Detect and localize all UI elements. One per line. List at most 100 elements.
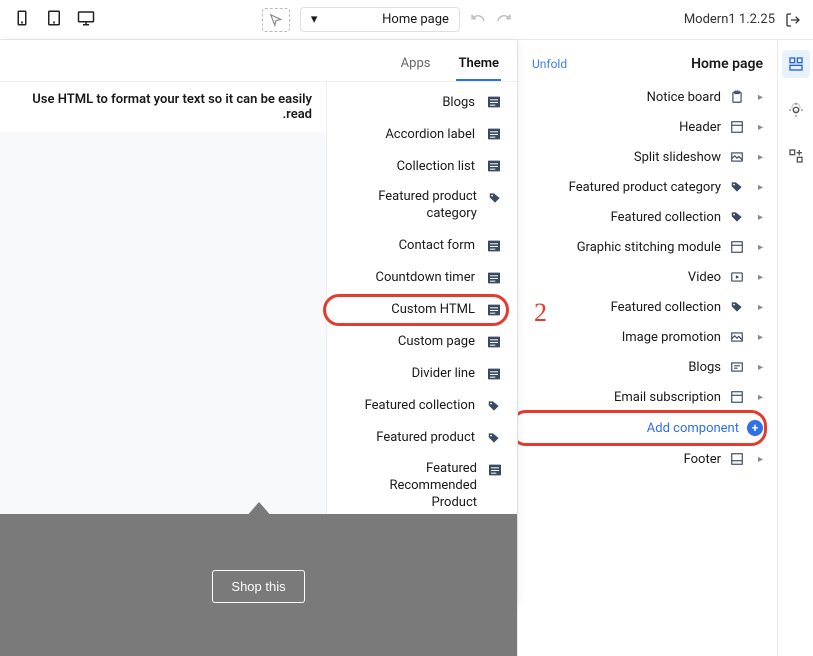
section-label: Blogs <box>688 360 721 375</box>
redo-icon[interactable] <box>496 10 512 30</box>
image-icon <box>729 149 745 165</box>
section-featured-product-category[interactable]: ▸ Featured product category <box>518 172 777 202</box>
component-label: Featured product <box>376 430 475 445</box>
section-label: Graphic stitching module <box>577 240 721 255</box>
chevron-right-icon: ▸ <box>753 332 763 343</box>
component-detail-pane: Use HTML to format your text so it can b… <box>0 82 327 554</box>
chevron-right-icon: ▸ <box>753 392 763 403</box>
component-contact-form[interactable]: Contact form <box>327 230 517 262</box>
section-label: Notice board <box>647 90 721 105</box>
component-blogs[interactable]: Blogs <box>327 86 517 118</box>
component-countdown-timer[interactable]: Countdown timer <box>327 262 517 294</box>
component-featured-recommended-product[interactable]: Featured Recommended Product <box>327 454 517 519</box>
chevron-right-icon: ▸ <box>753 454 763 465</box>
preview-mock: Shop this <box>0 514 517 656</box>
chevron-right-icon: ▸ <box>753 122 763 133</box>
rail-sections-icon[interactable] <box>782 50 810 78</box>
theme-name: Modern1 1.2.25 <box>684 12 775 27</box>
arrow-shape <box>245 502 273 518</box>
section-label: Featured collection <box>611 300 721 315</box>
preview-area: Apps Theme BlogsAccordion labelCollectio… <box>0 40 517 656</box>
component-custom-html[interactable]: Custom HTML2 <box>327 294 517 326</box>
section-video[interactable]: ▸ Video <box>518 262 777 292</box>
section-label: Header <box>679 120 721 135</box>
chevron-right-icon: ▸ <box>753 182 763 193</box>
rail-apps-icon[interactable] <box>782 142 810 170</box>
tag-icon <box>485 397 503 415</box>
layout-icon <box>729 389 745 405</box>
component-label: Countdown timer <box>375 270 475 285</box>
exit-icon[interactable] <box>785 12 801 28</box>
component-featured-product-category[interactable]: Featured product category <box>327 182 517 230</box>
tab-apps[interactable]: Apps <box>399 48 433 81</box>
chevron-right-icon: ▸ <box>753 362 763 373</box>
undo-icon[interactable] <box>470 10 486 30</box>
component-featured-product[interactable]: Featured product <box>327 422 517 454</box>
add-component-button[interactable]: + Add component 1 <box>518 412 777 444</box>
section-graphic-stitching-module[interactable]: ▸ Graphic stitching module <box>518 232 777 262</box>
component-featured-collection[interactable]: Featured collection <box>327 390 517 422</box>
section-split-slideshow[interactable]: ▸ Split slideshow <box>518 142 777 172</box>
section-email-subscription[interactable]: ▸ Email subscription <box>518 382 777 412</box>
chevron-right-icon: ▸ <box>753 212 763 223</box>
section-label: Featured collection <box>611 210 721 225</box>
section-label: Video <box>688 270 721 285</box>
chevron-right-icon: ▸ <box>753 242 763 253</box>
element-picker[interactable] <box>262 8 290 32</box>
text-block-icon <box>485 301 503 319</box>
chevron-right-icon: ▸ <box>753 152 763 163</box>
component-label: Featured Recommended Product <box>341 461 477 512</box>
layout-icon <box>729 451 745 467</box>
component-custom-page[interactable]: Custom page <box>327 326 517 358</box>
component-divider-line[interactable]: Divider line <box>327 358 517 390</box>
device-toggle <box>12 9 96 31</box>
chevron-right-icon: ▸ <box>753 272 763 283</box>
component-label: Featured product category <box>341 189 477 223</box>
right-rail <box>777 40 813 656</box>
section-label: Featured product category <box>569 180 721 195</box>
tag-icon <box>729 179 745 195</box>
undo-redo <box>470 10 512 30</box>
tag-icon <box>729 209 745 225</box>
text-block-icon <box>485 333 503 351</box>
component-description: Use HTML to format your text so it can b… <box>0 82 326 132</box>
tag-icon <box>729 299 745 315</box>
section-footer[interactable]: ▸ Footer <box>518 444 777 474</box>
text-icon <box>729 359 745 375</box>
tablet-icon[interactable] <box>44 9 64 31</box>
section-image-promotion[interactable]: ▸ Image promotion <box>518 322 777 352</box>
sections-sidebar: Home page Unfold ▸Notice board▸Header▸Sp… <box>517 40 777 656</box>
text-block-icon <box>485 269 503 287</box>
section-label: Image promotion <box>622 330 721 345</box>
layout-icon <box>729 119 745 135</box>
rail-theme-settings-icon[interactable] <box>782 96 810 124</box>
section-featured-collection[interactable]: ▸ Featured collection <box>518 202 777 232</box>
component-collection-list[interactable]: Collection list <box>327 150 517 182</box>
tab-theme[interactable]: Theme <box>456 48 501 81</box>
section-blogs[interactable]: ▸ Blogs <box>518 352 777 382</box>
text-block-icon <box>485 93 503 111</box>
chevron-down-icon: ▾ <box>311 12 318 27</box>
mobile-icon[interactable] <box>12 9 32 31</box>
section-featured-collection[interactable]: ▸Featured collection <box>518 292 777 322</box>
annotation-number-2: 2 <box>534 298 547 328</box>
text-block-icon <box>485 365 503 383</box>
section-notice-board[interactable]: ▸Notice board <box>518 82 777 112</box>
text-block-icon <box>485 157 503 175</box>
tag-icon <box>487 189 503 207</box>
tag-icon <box>485 429 503 447</box>
unfold-link[interactable]: Unfold <box>532 57 567 71</box>
component-label: Custom HTML <box>391 302 475 317</box>
desktop-icon[interactable] <box>76 9 96 31</box>
section-label: Email subscription <box>614 390 721 405</box>
play-icon <box>729 269 745 285</box>
layout-icon <box>729 239 745 255</box>
component-accordion-label[interactable]: Accordion label <box>327 118 517 150</box>
section-header[interactable]: ▸ Header <box>518 112 777 142</box>
shop-button[interactable]: Shop this <box>212 570 304 603</box>
section-label: Split slideshow <box>634 150 721 165</box>
page-selector[interactable]: Home page ▾ <box>300 7 460 32</box>
component-label: Contact form <box>399 238 475 253</box>
plus-circle-icon: + <box>747 420 763 436</box>
text-block-icon <box>487 461 503 479</box>
